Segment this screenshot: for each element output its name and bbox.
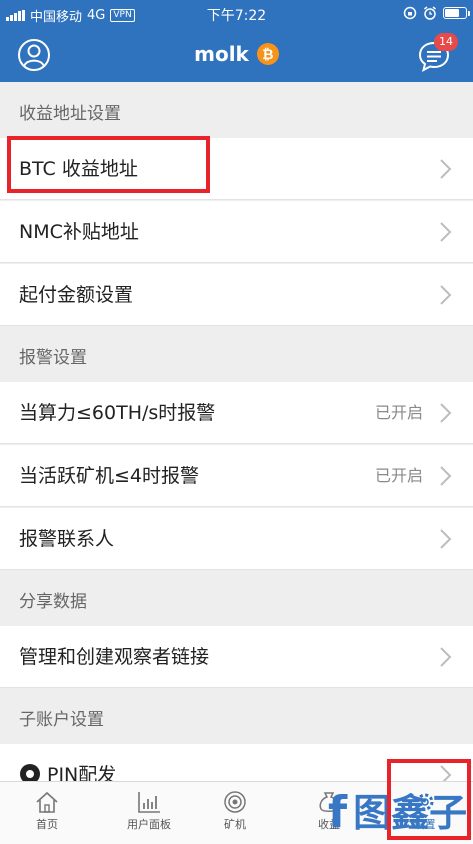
chevron-right-icon bbox=[440, 529, 452, 549]
target-icon bbox=[224, 791, 246, 813]
row-label: 报警联系人 bbox=[19, 528, 115, 550]
row-label: 起付金额设置 bbox=[19, 284, 134, 306]
chevron-right-icon bbox=[440, 403, 452, 423]
row-active-miner-alert[interactable]: 当活跃矿机≤4时报警 已开启 bbox=[0, 445, 473, 507]
home-icon bbox=[36, 791, 58, 813]
section-header-share-data: 分享数据 bbox=[19, 592, 87, 612]
tab-label: 首页 bbox=[36, 818, 58, 831]
row-btc-income-address[interactable]: BTC 收益地址 bbox=[0, 138, 473, 200]
alarm-icon bbox=[424, 6, 436, 20]
watermark-logo: f 图鑫子 bbox=[328, 786, 468, 840]
row-label: 管理和创建观察者链接 bbox=[19, 646, 210, 668]
row-label: 当活跃矿机≤4时报警 bbox=[19, 465, 200, 487]
tab-home[interactable]: 首页 bbox=[0, 782, 94, 844]
chart-icon bbox=[138, 792, 160, 813]
row-min-payout-setting[interactable]: 起付金额设置 bbox=[0, 264, 473, 326]
row-nmc-subsidy-address[interactable]: NMC补贴地址 bbox=[0, 201, 473, 263]
watermark-letter: f bbox=[328, 787, 348, 838]
tab-label: 矿机 bbox=[224, 818, 246, 831]
tab-label: 用户面板 bbox=[127, 818, 171, 831]
chevron-right-icon bbox=[440, 647, 452, 667]
top-nav-bar: molk ₿ 14 bbox=[0, 28, 473, 82]
section-header-alerts: 报警设置 bbox=[19, 348, 87, 368]
battery-icon bbox=[443, 7, 470, 19]
chevron-right-icon bbox=[440, 222, 452, 242]
status-text: 已开启 bbox=[374, 403, 423, 422]
row-label: 当算力≤60TH/s时报警 bbox=[19, 402, 216, 424]
status-bar: 中国移动 4G VPN 下午7:22 bbox=[0, 0, 473, 28]
chevron-right-icon bbox=[440, 159, 452, 179]
row-label: BTC 收益地址 bbox=[19, 158, 138, 180]
section-header-income-address: 收益地址设置 bbox=[19, 104, 121, 124]
row-alert-contacts[interactable]: 报警联系人 bbox=[0, 508, 473, 570]
message-badge: 14 bbox=[434, 33, 458, 51]
lock-rotation-icon bbox=[403, 6, 417, 20]
watermark-text: 图鑫子 bbox=[353, 791, 468, 835]
status-text: 已开启 bbox=[374, 466, 423, 485]
bitcoin-icon[interactable]: ₿ bbox=[256, 43, 279, 65]
tab-miners[interactable]: 矿机 bbox=[188, 782, 282, 844]
chevron-right-icon bbox=[440, 285, 452, 305]
page-title: molk ₿ bbox=[0, 42, 473, 66]
row-observer-links[interactable]: 管理和创建观察者链接 bbox=[0, 626, 473, 688]
account-name: molk bbox=[194, 42, 249, 66]
chevron-right-icon bbox=[440, 466, 452, 486]
section-header-sub-accounts: 子账户设置 bbox=[19, 710, 104, 730]
row-label: NMC补贴地址 bbox=[19, 221, 139, 243]
row-hashrate-alert[interactable]: 当算力≤60TH/s时报警 已开启 bbox=[0, 382, 473, 444]
